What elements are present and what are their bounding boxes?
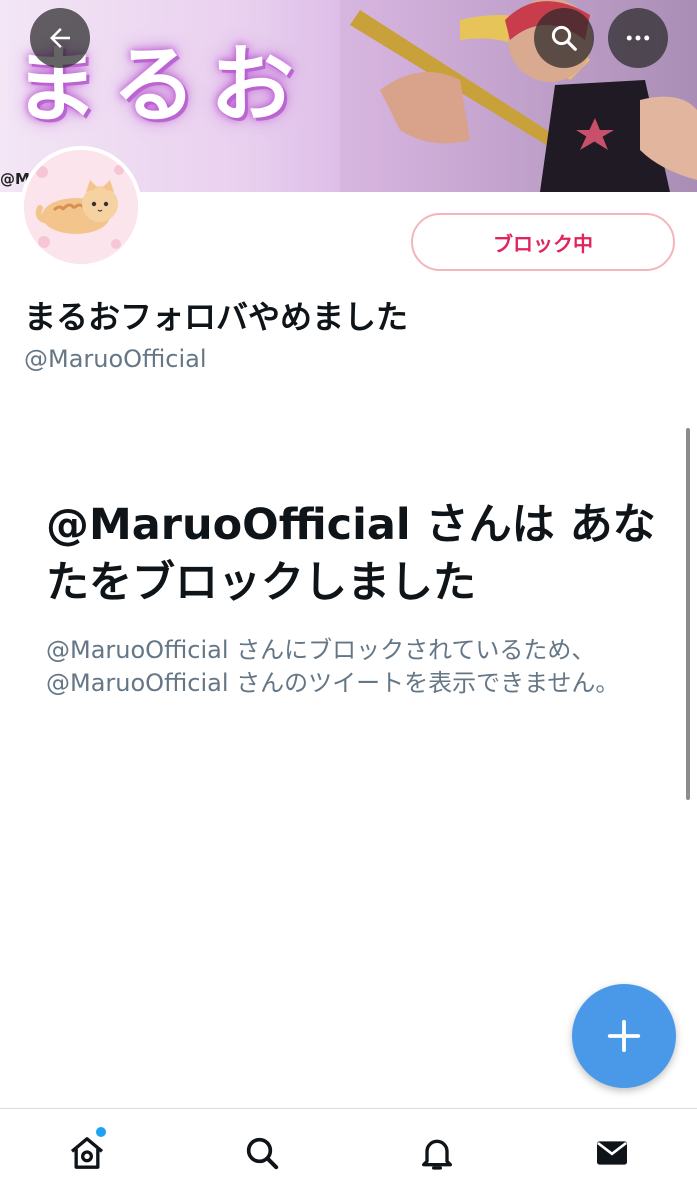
- tab-notifications[interactable]: [413, 1129, 461, 1177]
- messages-icon: [597, 1141, 627, 1165]
- search-icon: [246, 1137, 279, 1170]
- home-notification-dot: [96, 1127, 106, 1137]
- more-button[interactable]: [608, 8, 668, 68]
- profile-display-name: まるおフォロバやめました: [24, 298, 409, 336]
- back-button[interactable]: [30, 8, 90, 68]
- arrow-left-icon: [50, 28, 70, 48]
- compose-tweet-button[interactable]: [572, 984, 676, 1088]
- cat-avatar-image: [24, 150, 138, 264]
- tab-home[interactable]: [63, 1129, 111, 1177]
- tab-search[interactable]: [238, 1129, 286, 1177]
- search-icon: [551, 25, 577, 51]
- tab-messages[interactable]: [588, 1129, 636, 1177]
- blocked-notice-title: @MaruoOfficial さんは あなたをブロックしました: [46, 500, 656, 608]
- avatar[interactable]: [20, 146, 142, 268]
- notifications-icon: [422, 1139, 452, 1170]
- search-button[interactable]: [534, 8, 594, 68]
- profile-handle: @MaruoOfficial: [24, 345, 207, 373]
- home-icon: [70, 1137, 104, 1169]
- blocked-notice-description: @MaruoOfficial さんにブロックされているため、@MaruoOffi…: [46, 636, 620, 697]
- plus-icon: [607, 1019, 641, 1053]
- scrollbar[interactable]: [686, 428, 690, 800]
- more-horizontal-icon: [626, 35, 650, 41]
- bottom-tab-bar: [0, 1108, 697, 1201]
- blocked-button[interactable]: ブロック中: [411, 213, 675, 271]
